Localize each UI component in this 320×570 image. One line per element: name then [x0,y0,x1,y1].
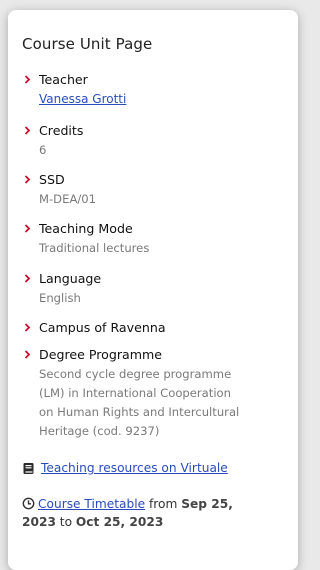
course-timetable: Course Timetable from Sep 25, 2023 to Oc… [22,495,262,531]
virtuale-resources: Teaching resources on Virtuale [22,461,228,475]
timetable-start-year: 2023 [22,515,56,529]
ssd-row: SSD M-DEA/01 [22,172,96,209]
campus-label: Campus of Ravenna [39,320,166,335]
language-value: English [39,291,81,305]
timetable-to-word: to [59,515,73,529]
campus-row: Campus of Ravenna [22,320,166,335]
degree-programme-label: Degree Programme [39,347,162,362]
teacher-row: Teacher Vanessa Grotti [22,72,126,109]
teaching-mode-value: Traditional lectures [39,241,150,255]
chevron-right-icon [22,125,33,136]
language-label: Language [39,271,102,286]
degree-programme-line: Heritage (cod. 9237) [39,424,160,438]
teacher-link[interactable]: Vanessa Grotti [39,90,126,109]
chevron-right-icon [22,273,33,284]
credits-value: 6 [39,143,47,157]
degree-programme-line: Second cycle degree programme [39,367,232,381]
teaching-mode-label: Teaching Mode [39,221,133,236]
clock-icon [22,497,35,510]
chevron-right-icon [22,223,33,234]
teaching-mode-row: Teaching Mode Traditional lectures [22,221,149,258]
degree-programme-value: Second cycle degree programme (LM) in In… [39,365,239,441]
degree-programme-row: Degree Programme Second cycle degree pro… [22,347,239,441]
ssd-value: M-DEA/01 [39,192,97,206]
credits-row: Credits 6 [22,123,83,160]
timetable-end-date: Oct 25, 2023 [75,515,164,529]
chevron-right-icon [22,174,33,185]
chevron-right-icon [22,74,33,85]
chevron-right-icon [22,322,33,333]
ssd-label: SSD [39,172,65,187]
panel-title: Course Unit Page [22,35,153,53]
timetable-start-date: Sep 25, [181,497,233,511]
degree-programme-line: (LM) in International Cooperation [39,386,231,400]
virtuale-link[interactable]: Teaching resources on Virtuale [41,461,228,475]
book-icon [22,462,35,475]
teacher-label: Teacher [39,72,88,87]
language-row: Language English [22,271,101,308]
timetable-from-word: from [149,497,178,511]
credits-label: Credits [39,123,84,138]
course-timetable-link[interactable]: Course Timetable [38,497,145,511]
degree-programme-line: on Human Rights and Intercultural [39,405,240,419]
chevron-right-icon [22,349,33,360]
